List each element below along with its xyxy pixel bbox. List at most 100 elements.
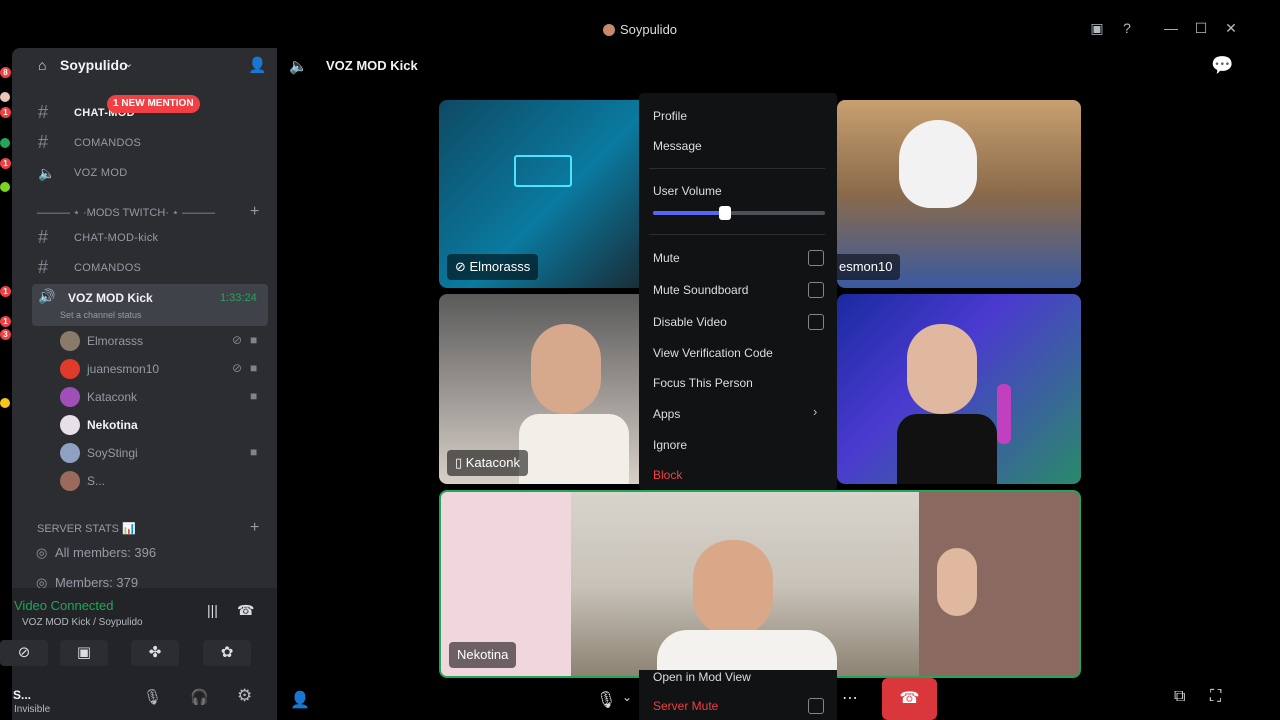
video-tile[interactable] bbox=[837, 294, 1081, 484]
user-volume-slider[interactable] bbox=[653, 206, 825, 220]
voice-subtitle[interactable]: VOZ MOD Kick / Soypulido bbox=[22, 617, 143, 628]
inbox-icon[interactable]: ▣ bbox=[1087, 20, 1107, 37]
server-header[interactable]: ⌂ Soypulido ⌄ 👤 bbox=[12, 48, 277, 84]
menu-item-mute-soundboard[interactable]: Mute Soundboard bbox=[653, 283, 748, 297]
phone-icon: ▯ bbox=[455, 455, 466, 470]
microphone-prop bbox=[997, 384, 1011, 444]
invite-icon[interactable]: 👤 bbox=[290, 690, 310, 710]
video-icon: ■ bbox=[250, 361, 258, 375]
avatar bbox=[60, 359, 80, 379]
noise-suppression-icon[interactable]: ||| bbox=[207, 602, 218, 618]
server-icon[interactable] bbox=[0, 182, 10, 192]
menu-item-verification-code[interactable]: View Verification Code bbox=[653, 346, 773, 360]
add-member-icon[interactable]: 👤 bbox=[248, 56, 267, 74]
close-button[interactable]: ✕ bbox=[1221, 20, 1241, 37]
channel-status-input[interactable]: Set a channel status bbox=[60, 310, 142, 320]
chevron-right-icon: › bbox=[813, 404, 818, 419]
mic-muted-icon: ⊘ bbox=[232, 361, 243, 375]
share-screen-button[interactable]: ▣ bbox=[60, 640, 108, 666]
video-tile[interactable]: esmon10 bbox=[837, 100, 1081, 288]
category-mods-twitch[interactable]: ——— ⋆ ·MODS TWITCH· ⋆ ——— bbox=[37, 206, 215, 219]
menu-item-focus[interactable]: Focus This Person bbox=[653, 376, 753, 390]
microphone-icon[interactable]: 🎙 bbox=[596, 690, 616, 710]
user-context-menu: Profile Message User Volume Mute Mute So… bbox=[639, 93, 837, 490]
menu-item-profile[interactable]: Profile bbox=[653, 109, 687, 123]
voice-timer: 1:33:24 bbox=[220, 292, 257, 304]
menu-item-block[interactable]: Block bbox=[653, 468, 682, 482]
slider-handle[interactable] bbox=[719, 206, 732, 220]
pop-out-icon[interactable]: ⧉ bbox=[1174, 688, 1185, 706]
fullscreen-icon[interactable]: ⛶ bbox=[1210, 688, 1221, 706]
help-icon[interactable]: ? bbox=[1117, 20, 1137, 36]
person-face bbox=[693, 540, 773, 636]
channel-voz-mod[interactable]: 🔈 VOZ MOD bbox=[32, 160, 272, 188]
marshmello-mask bbox=[899, 120, 977, 208]
video-tile-label: ⊘ Elmorasss bbox=[447, 254, 539, 280]
camera-off-button[interactable]: ⊘ bbox=[0, 640, 48, 666]
tile-name: Elmorasss bbox=[469, 259, 531, 274]
user-panel: S... Invisible 🎙 🎧 ⚙ bbox=[12, 674, 277, 720]
microphone-icon[interactable]: 🎙 bbox=[143, 688, 162, 706]
avatar bbox=[60, 415, 80, 435]
more-options-icon[interactable]: ⋯ bbox=[842, 688, 858, 708]
voice-channel-active[interactable]: 🔊 VOZ MOD Kick 1:33:24 Set a channel sta… bbox=[32, 284, 268, 326]
soundboard-button[interactable]: ✿ bbox=[203, 640, 251, 666]
video-tile[interactable]: ▯ Kataconk bbox=[439, 294, 647, 484]
menu-item-server-mute[interactable]: Server Mute bbox=[653, 699, 718, 713]
slider-fill bbox=[653, 211, 726, 215]
avatar bbox=[60, 331, 80, 351]
disconnect-icon[interactable]: ☎ bbox=[237, 602, 254, 619]
voice-user[interactable]: Elmorasss ⊘ ■ bbox=[60, 330, 270, 354]
mute-soundboard-checkbox[interactable] bbox=[808, 282, 824, 298]
server-icon[interactable] bbox=[0, 92, 10, 102]
hang-up-button[interactable]: ☎ bbox=[882, 678, 937, 720]
avatar bbox=[60, 471, 80, 491]
speaker-icon: 🔈 bbox=[38, 165, 56, 181]
server-avatar-icon bbox=[602, 24, 615, 36]
maximize-button[interactable]: ☐ bbox=[1191, 20, 1211, 37]
menu-item-apps[interactable]: Apps bbox=[653, 407, 680, 421]
avatar bbox=[60, 443, 80, 463]
video-icon: ■ bbox=[250, 445, 258, 459]
menu-item-ignore[interactable]: Ignore bbox=[653, 438, 687, 452]
person-body bbox=[897, 414, 997, 484]
voice-user[interactable]: S... bbox=[60, 470, 270, 494]
chat-bubble-icon[interactable]: 💬 bbox=[1211, 55, 1233, 76]
window-title-text: Soypulido bbox=[619, 22, 678, 37]
category-server-stats[interactable]: SERVER STATS 📊 bbox=[37, 522, 136, 535]
channel-chat-mod-kick[interactable]: # CHAT-MOD-kick bbox=[32, 225, 272, 253]
stats-channel[interactable]: ◎ All members: 396 bbox=[36, 545, 156, 561]
server-mute-checkbox[interactable] bbox=[808, 698, 824, 714]
activities-button[interactable]: ✤ bbox=[131, 640, 179, 666]
chevron-down-icon[interactable]: ⌄ bbox=[622, 690, 632, 704]
video-tile[interactable]: ⊘ Elmorasss bbox=[439, 100, 647, 288]
video-tile-active[interactable]: Nekotina bbox=[439, 490, 1081, 678]
menu-item-open-mod-view[interactable]: Open in Mod View bbox=[653, 670, 751, 684]
voice-user-name: Elmorasss bbox=[87, 334, 144, 348]
voice-user[interactable]: juanesmon10 ⊘ ■ bbox=[60, 358, 270, 382]
menu-item-mute[interactable]: Mute bbox=[653, 251, 680, 265]
minimize-button[interactable]: — bbox=[1161, 20, 1181, 36]
new-mention-badge[interactable]: 1 NEW MENTION bbox=[107, 95, 200, 113]
voice-user[interactable]: SoyStingi ■ bbox=[60, 442, 270, 466]
add-channel-icon[interactable]: + bbox=[250, 203, 259, 221]
channel-comandos[interactable]: # COMANDOS bbox=[32, 255, 272, 283]
server-icon[interactable] bbox=[0, 138, 10, 148]
user-name[interactable]: S... bbox=[13, 688, 31, 702]
menu-item-disable-video[interactable]: Disable Video bbox=[653, 315, 727, 329]
menu-item-message[interactable]: Message bbox=[653, 139, 702, 153]
channel-comandos[interactable]: # COMANDOS bbox=[32, 130, 272, 158]
voice-status[interactable]: Video Connected bbox=[14, 598, 114, 613]
voice-user-name: Nekotina bbox=[87, 418, 138, 432]
settings-gear-icon[interactable]: ⚙ bbox=[237, 686, 252, 706]
mute-checkbox[interactable] bbox=[808, 250, 824, 266]
headphones-icon[interactable]: 🎧 bbox=[190, 688, 209, 706]
person-face bbox=[531, 324, 601, 414]
voice-user[interactable]: Kataconk ■ bbox=[60, 386, 270, 410]
server-icon[interactable] bbox=[0, 398, 10, 408]
voice-user-name: SoyStingi bbox=[87, 446, 138, 460]
add-channel-icon[interactable]: + bbox=[250, 519, 259, 537]
voice-user[interactable]: Nekotina bbox=[60, 414, 270, 438]
disable-video-checkbox[interactable] bbox=[808, 314, 824, 330]
mic-muted-icon: ⊘ bbox=[232, 333, 243, 347]
